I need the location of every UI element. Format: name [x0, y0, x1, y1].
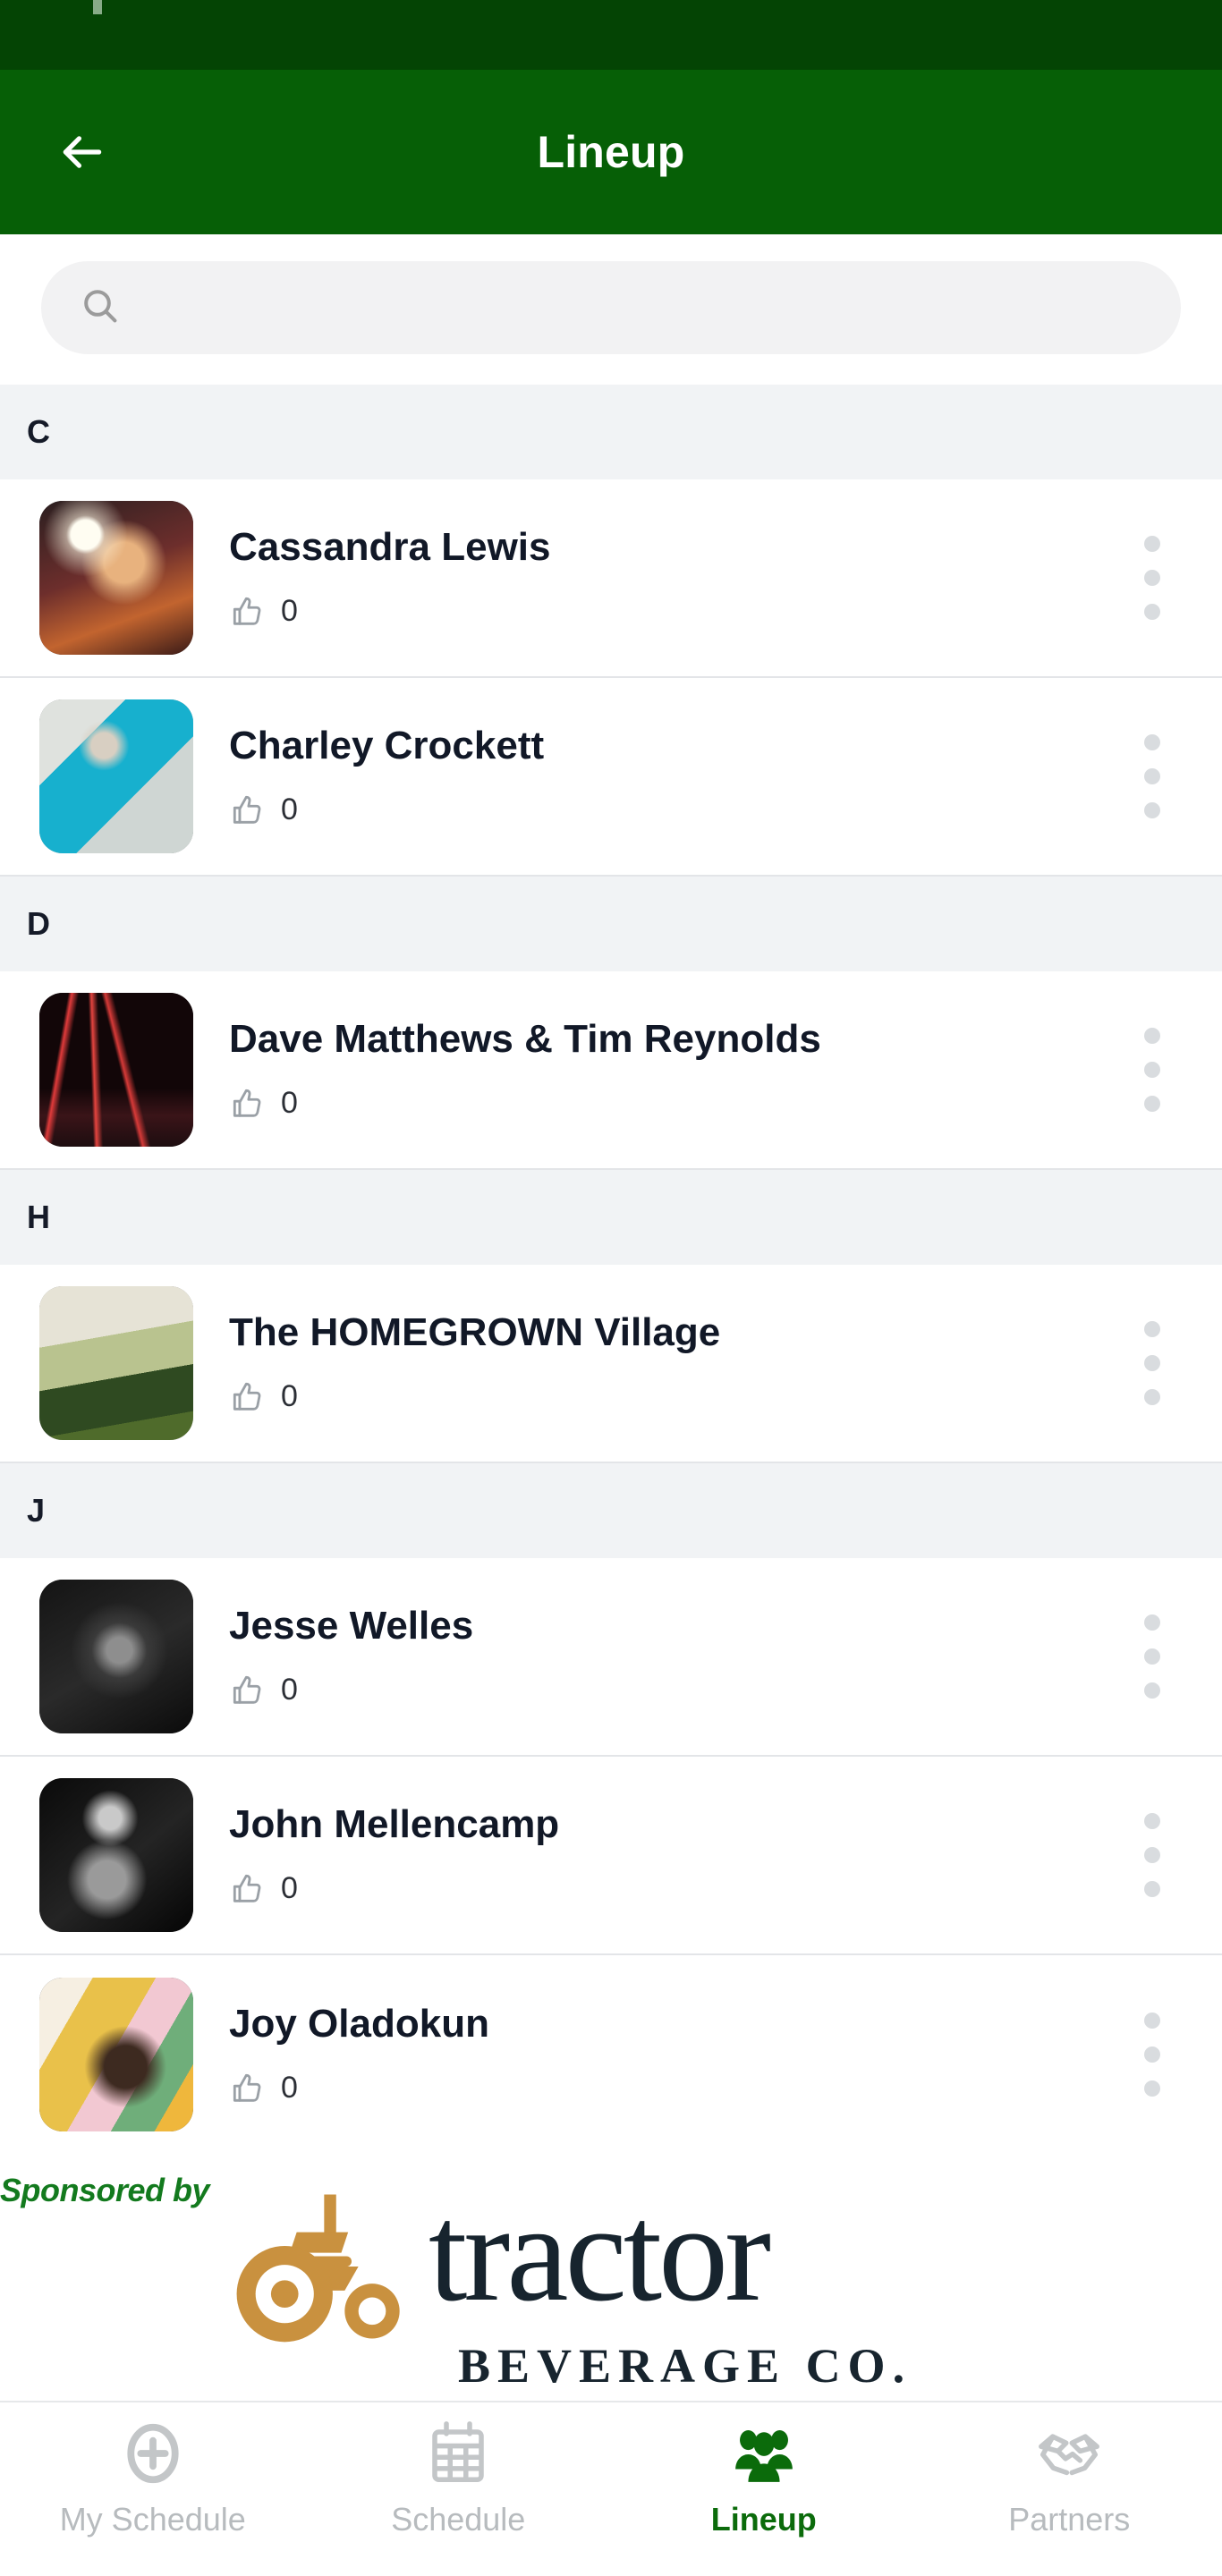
artist-name: Joy Oladokun	[229, 2002, 489, 2046]
artist-thumbnail	[39, 1286, 193, 1440]
thumbs-up-icon[interactable]	[229, 792, 267, 829]
tab-label-my-schedule: My Schedule	[59, 2501, 246, 2538]
thumbs-up-icon[interactable]	[229, 1870, 267, 1908]
more-options-button[interactable]	[1109, 1598, 1195, 1715]
status-bar	[0, 0, 1222, 70]
section-header-j: J	[0, 1463, 1222, 1558]
tab-schedule[interactable]: Schedule	[306, 2419, 612, 2538]
section-header-c: C	[0, 385, 1222, 479]
more-vertical-icon	[1144, 1614, 1160, 1631]
tab-my-schedule[interactable]: My Schedule	[0, 2419, 306, 2538]
search-bar[interactable]	[41, 261, 1181, 354]
thumbs-up-icon[interactable]	[229, 593, 267, 631]
list-item[interactable]: John Mellencamp 0	[0, 1757, 1222, 1955]
artist-name: Charley Crockett	[229, 724, 545, 768]
sponsor-brand-name: tractor	[429, 2175, 771, 2330]
like-count: 0	[281, 1086, 298, 1121]
more-options-button[interactable]	[1109, 1012, 1195, 1128]
bottom-navigation: My Schedule Schedule Lineup Partners	[0, 2401, 1222, 2576]
more-vertical-icon	[1144, 1028, 1160, 1044]
like-control[interactable]: 0	[229, 792, 1109, 829]
artist-name: Dave Matthews & Tim Reynolds	[229, 1017, 821, 1062]
like-control[interactable]: 0	[229, 1870, 1109, 1908]
thumbs-up-icon[interactable]	[229, 2070, 267, 2107]
more-vertical-icon	[1144, 2012, 1160, 2029]
list-item-content: The HOMEGROWN Village 0	[229, 1310, 1109, 1415]
more-options-button[interactable]	[1109, 1305, 1195, 1421]
list-item-content: John Mellencamp 0	[229, 1802, 1109, 1907]
more-vertical-icon	[1144, 734, 1160, 750]
artist-thumbnail	[39, 993, 193, 1147]
sponsor-logo: tractor	[228, 2175, 771, 2347]
more-vertical-icon	[1144, 536, 1160, 552]
tab-label-partners: Partners	[1008, 2501, 1131, 2538]
thumbs-up-icon[interactable]	[229, 1085, 267, 1123]
artist-name: Cassandra Lewis	[229, 525, 551, 570]
lineup-list[interactable]: C Cassandra Lewis 0 Charley Crockett 0 D Dave …	[0, 385, 1222, 2401]
list-item[interactable]: Joy Oladokun 0	[0, 1955, 1222, 2154]
list-item-content: Cassandra Lewis 0	[229, 525, 1109, 630]
more-options-button[interactable]	[1109, 718, 1195, 835]
like-count: 0	[281, 1673, 298, 1707]
arrow-left-icon	[57, 127, 107, 177]
search-icon	[79, 284, 122, 332]
more-options-button[interactable]	[1109, 1797, 1195, 1913]
artist-thumbnail	[39, 1580, 193, 1733]
list-item-content: Jesse Welles 0	[229, 1604, 1109, 1708]
tractor-icon	[228, 2186, 434, 2347]
like-control[interactable]: 0	[229, 1378, 1109, 1416]
artist-name: John Mellencamp	[229, 1802, 560, 1847]
people-group-icon	[729, 2419, 799, 2488]
section-header-d: D	[0, 877, 1222, 971]
tab-partners[interactable]: Partners	[917, 2419, 1222, 2538]
more-vertical-icon	[1144, 1813, 1160, 1829]
sponsored-by-label: Sponsored by	[0, 2172, 210, 2208]
artist-thumbnail	[39, 1978, 193, 2131]
sponsor-banner: Sponsored by tractor BEVERAGE CO.	[0, 2163, 1222, 2401]
section-header-h: H	[0, 1170, 1222, 1265]
like-control[interactable]: 0	[229, 1085, 1109, 1123]
status-bar-indicator	[93, 0, 102, 14]
list-item[interactable]: Charley Crockett 0	[0, 678, 1222, 877]
search-section	[0, 234, 1222, 385]
calendar-icon	[423, 2419, 493, 2488]
artist-name: Jesse Welles	[229, 1604, 474, 1648]
like-control[interactable]: 0	[229, 2070, 1109, 2107]
app-bar: Lineup	[0, 70, 1222, 234]
tab-label-schedule: Schedule	[391, 2501, 526, 2538]
list-item-content: Joy Oladokun 0	[229, 2002, 1109, 2106]
tab-label-lineup: Lineup	[710, 2501, 817, 2538]
like-count: 0	[281, 2071, 298, 2106]
artist-thumbnail	[39, 699, 193, 853]
list-item[interactable]: Cassandra Lewis 0	[0, 479, 1222, 678]
list-item-content: Charley Crockett 0	[229, 724, 1109, 828]
artist-thumbnail	[39, 1778, 193, 1932]
list-item[interactable]: Dave Matthews & Tim Reynolds 0	[0, 971, 1222, 1170]
list-item[interactable]: The HOMEGROWN Village 0	[0, 1265, 1222, 1463]
list-item-content: Dave Matthews & Tim Reynolds 0	[229, 1017, 1109, 1122]
back-button[interactable]	[29, 98, 136, 206]
thumbs-up-icon[interactable]	[229, 1378, 267, 1416]
like-count: 0	[281, 1871, 298, 1906]
more-options-button[interactable]	[1109, 1996, 1195, 2113]
like-control[interactable]: 0	[229, 593, 1109, 631]
page-title: Lineup	[537, 127, 685, 177]
handshake-icon	[1034, 2419, 1104, 2488]
more-options-button[interactable]	[1109, 520, 1195, 636]
like-count: 0	[281, 1379, 298, 1414]
tab-lineup[interactable]: Lineup	[611, 2419, 917, 2538]
lineup-screen: Lineup C Cassandra Lewis 0 Charley Crockett…	[0, 0, 1222, 2576]
search-input[interactable]	[141, 288, 1181, 327]
plus-circle-icon	[118, 2419, 188, 2488]
like-count: 0	[281, 594, 298, 629]
more-vertical-icon	[1144, 1321, 1160, 1337]
artist-thumbnail	[39, 501, 193, 655]
thumbs-up-icon[interactable]	[229, 1672, 267, 1709]
list-item[interactable]: Jesse Welles 0	[0, 1558, 1222, 1757]
artist-name: The HOMEGROWN Village	[229, 1310, 721, 1355]
like-control[interactable]: 0	[229, 1672, 1109, 1709]
sponsor-brand-tagline: BEVERAGE CO.	[458, 2339, 912, 2393]
like-count: 0	[281, 792, 298, 827]
